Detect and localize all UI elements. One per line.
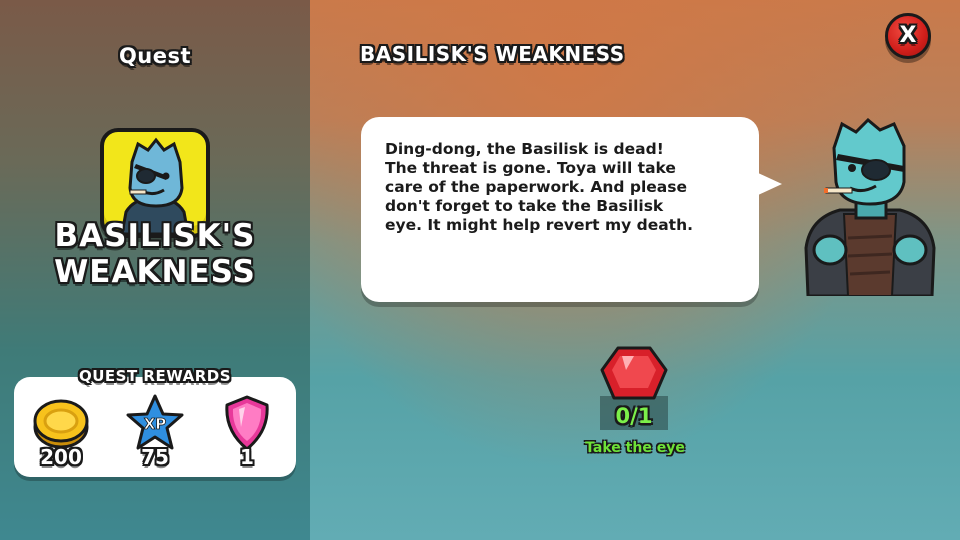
pink-gem-shield-icon <box>217 393 277 453</box>
quest-rewards-heading: QUEST REWARDS <box>78 367 232 385</box>
objective-label: Take the eye <box>585 440 685 456</box>
speech-bubble-tail <box>756 172 782 196</box>
reward-gem: 1 <box>212 393 282 477</box>
quest-title: BASILISK'S WEAKNESS <box>54 218 256 290</box>
reward-gold: 200 <box>26 393 96 477</box>
speech-text: Ding-dong, the Basilisk is dead! The thr… <box>385 140 694 234</box>
quest-section-label: Quest <box>118 44 192 68</box>
xp-star-icon: XP <box>125 393 185 453</box>
objective-progress: 0/1 <box>615 404 653 428</box>
npc-character-icon <box>800 117 940 298</box>
gold-coin-icon <box>31 393 91 453</box>
xp-star-text: XP <box>144 415 167 433</box>
reward-xp-count: 75 <box>141 445 169 469</box>
dialog-title: BASILISK'S WEAKNESS <box>360 42 625 66</box>
close-icon: X <box>899 23 917 48</box>
reward-gold-count: 200 <box>40 445 82 469</box>
red-gem-eye-icon <box>598 342 670 408</box>
reward-xp: XP 75 <box>120 393 190 477</box>
close-button[interactable]: X <box>885 13 931 59</box>
reward-gem-count: 1 <box>240 445 254 469</box>
